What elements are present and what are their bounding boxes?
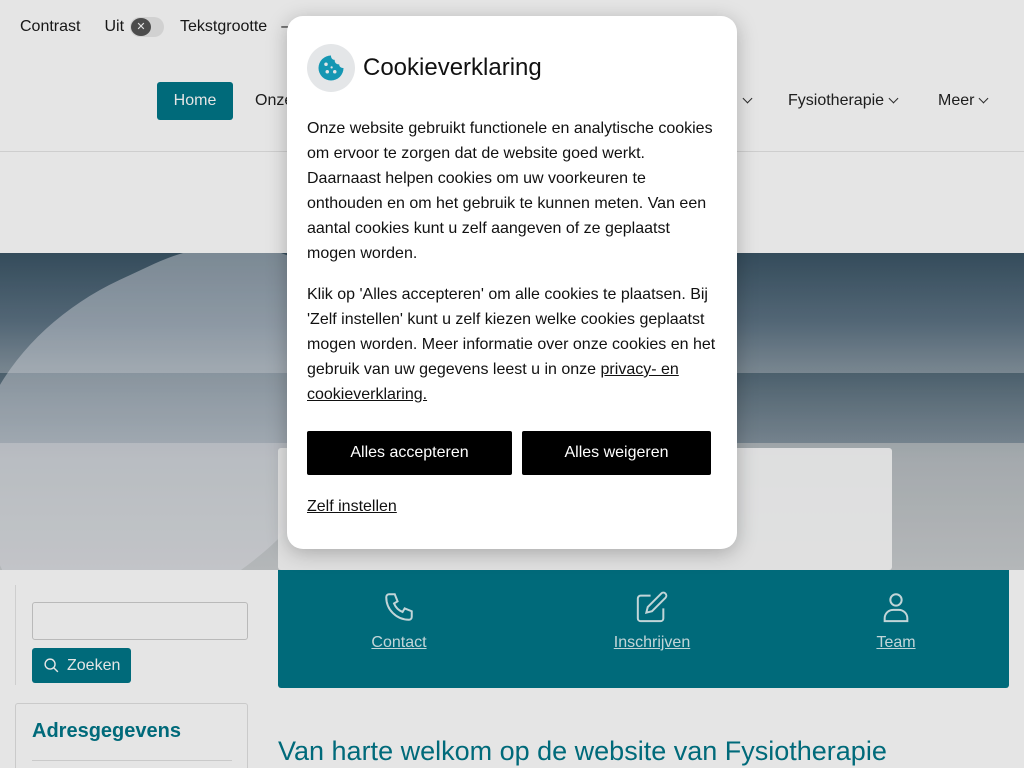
cookie-dialog: Cookieverklaring Onze website gebruikt f… (287, 16, 737, 549)
cookie-icon (318, 55, 344, 81)
reject-all-button[interactable]: Alles weigeren (522, 431, 711, 475)
accept-all-button[interactable]: Alles accepteren (307, 431, 512, 475)
cookie-text-1: Onze website gebruikt functionele en ana… (307, 120, 713, 262)
cookie-icon-badge (307, 44, 355, 92)
custom-settings-link[interactable]: Zelf instellen (307, 498, 397, 516)
cookie-title: Cookieverklaring (363, 54, 542, 81)
cookie-text-2: Klik op 'Alles accepteren' om alle cooki… (307, 282, 719, 407)
